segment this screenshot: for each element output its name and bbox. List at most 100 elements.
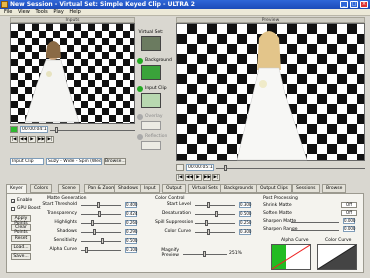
reflection-label: Reflection <box>145 134 168 139</box>
tab-shadows[interactable]: Shadows <box>114 184 143 193</box>
tab-scene[interactable]: Scene <box>58 184 80 193</box>
preview-play-button[interactable]: ▶ <box>194 174 202 181</box>
color-curve-value[interactable]: 0.300 <box>239 229 251 235</box>
sharpen-matte-value[interactable]: 0.000 <box>343 218 355 224</box>
sharpen-range-track[interactable] <box>291 230 339 231</box>
source-select[interactable]: Input Clip <box>10 158 44 165</box>
magnify-handle[interactable] <box>203 251 206 257</box>
record-button[interactable] <box>10 126 18 133</box>
preview-scrub-handle[interactable] <box>224 165 227 171</box>
reset-button[interactable]: Reset <box>11 235 31 242</box>
start-threshold-value[interactable]: 0.400 <box>125 202 137 208</box>
save-button[interactable]: Save... <box>11 253 31 260</box>
load-button[interactable]: Load... <box>11 244 31 251</box>
menu-view[interactable]: View <box>18 9 30 16</box>
go-start-button[interactable]: |◀ <box>10 136 18 143</box>
clear-points-button[interactable]: Clear Points <box>11 224 31 235</box>
shadows-label: Shadows <box>56 229 77 234</box>
tab-output[interactable]: Output <box>162 184 186 193</box>
preview-go-start-button[interactable]: |◀ <box>176 174 184 181</box>
preview-timecode[interactable]: 00:00:05:14 <box>186 164 214 171</box>
spill-suppression-track[interactable] <box>195 223 235 224</box>
desaturation-handle[interactable] <box>215 211 218 217</box>
start-level-track[interactable] <box>195 205 235 206</box>
shadows-handle[interactable] <box>93 229 96 235</box>
tab-browse[interactable]: Browse <box>322 184 347 193</box>
tab-virtual-sets[interactable]: Virtual Sets <box>188 184 222 193</box>
transparency-value[interactable]: 0.424 <box>125 211 137 217</box>
sensitivity-handle[interactable] <box>101 238 104 244</box>
preview-bride-image <box>236 31 308 161</box>
soften-matte-select[interactable]: Off <box>341 210 357 216</box>
transparency-track[interactable] <box>81 214 121 215</box>
start-threshold-track[interactable] <box>81 205 121 206</box>
play-button[interactable]: ▶ <box>28 136 36 143</box>
alpha-curve-handle[interactable] <box>85 247 88 253</box>
input-timecode[interactable]: 00:00:04:14 <box>20 126 48 133</box>
shrink-matte-label: Shrink Matte <box>263 203 292 208</box>
input-scrub-handle[interactable] <box>55 127 58 133</box>
maximize-button[interactable]: □ <box>350 1 358 8</box>
transparency-handle[interactable] <box>98 211 101 217</box>
menu-play[interactable]: Play <box>53 9 63 16</box>
input-transport: |◀ ◀◀ ▶ ▶▶ ▶| <box>10 136 100 144</box>
preview-record-button[interactable] <box>176 164 184 171</box>
reflection-thumb[interactable] <box>141 141 161 150</box>
desaturation-value[interactable]: 0.500 <box>239 211 251 217</box>
matte-generation-header: Matte Generation <box>47 196 87 201</box>
overlay-label: Overlay <box>145 114 163 119</box>
apply-points-button[interactable]: Apply Points <box>11 215 31 226</box>
tab-sessions[interactable]: Sessions <box>292 184 320 193</box>
clip-field[interactable]: Suzy - Wide - Spin (Wedding)... <box>46 158 102 165</box>
fast-forward-button[interactable]: ▶▶ <box>37 136 45 143</box>
color-curve-handle[interactable] <box>207 229 210 235</box>
input-scrub-track[interactable] <box>50 130 135 131</box>
alpha-curve-value[interactable]: 0.100 <box>125 247 137 253</box>
preview-fast-forward-button[interactable]: ▶▶ <box>203 174 211 181</box>
highlights-handle[interactable] <box>91 220 94 226</box>
shadows-track[interactable] <box>81 232 121 233</box>
preview-scrub-track[interactable] <box>216 168 365 169</box>
background-thumb[interactable] <box>141 65 161 80</box>
start-threshold-handle[interactable] <box>97 202 100 208</box>
tab-input[interactable]: Input <box>140 184 160 193</box>
tab-output-clips[interactable]: Output Clips <box>256 184 292 193</box>
minimize-button[interactable]: _ <box>340 1 348 8</box>
preview-go-end-button[interactable]: ▶| <box>212 174 220 181</box>
menu-file[interactable]: File <box>4 9 12 16</box>
menu-tools[interactable]: Tools <box>35 9 47 16</box>
color-curve-track[interactable] <box>195 232 235 233</box>
close-button[interactable]: × <box>360 1 368 8</box>
alpha-curve-graph[interactable] <box>271 244 311 270</box>
go-end-button[interactable]: ▶| <box>46 136 54 143</box>
keyer-panel: ✓ Enable GPU Boost Apply Points Clear Po… <box>6 193 364 273</box>
magnify-value: 251% <box>229 251 242 256</box>
shadows-value[interactable]: 0.290 <box>125 229 137 235</box>
sharpen-matte-track[interactable] <box>291 222 339 223</box>
highlights-label: Highlights <box>54 220 77 225</box>
shrink-matte-select[interactable]: Off <box>341 202 357 208</box>
browse-button[interactable]: Browse... <box>104 158 126 165</box>
virtual-set-thumb[interactable] <box>141 36 161 51</box>
start-level-value[interactable]: 0.300 <box>239 202 251 208</box>
sensitivity-value[interactable]: 0.500 <box>125 238 137 244</box>
gpu-boost-checkbox[interactable] <box>11 207 15 211</box>
overlay-thumb[interactable] <box>141 121 161 130</box>
start-level-handle[interactable] <box>207 202 210 208</box>
spill-suppression-value[interactable]: 0.250 <box>239 220 251 226</box>
highlights-track[interactable] <box>81 223 121 224</box>
sensitivity-label: Sensitivity <box>53 238 77 243</box>
color-curve-graph[interactable] <box>317 244 357 270</box>
sharpen-range-value[interactable]: 0.000 <box>343 226 355 232</box>
tab-keyer[interactable]: Keyer <box>6 184 27 193</box>
highlights-value[interactable]: 0.260 <box>125 220 137 226</box>
tab-backgrounds[interactable]: Backgrounds <box>220 184 258 193</box>
input-bride-image <box>24 41 80 123</box>
input-clip-thumb[interactable] <box>141 93 161 108</box>
tab-colors[interactable]: Colors <box>30 184 53 193</box>
menu-help[interactable]: Help <box>69 9 80 16</box>
enable-checkbox[interactable]: ✓ <box>11 199 15 204</box>
rewind-button[interactable]: ◀◀ <box>19 136 27 143</box>
preview-rewind-button[interactable]: ◀◀ <box>185 174 193 181</box>
spill-suppression-handle[interactable] <box>205 220 208 226</box>
